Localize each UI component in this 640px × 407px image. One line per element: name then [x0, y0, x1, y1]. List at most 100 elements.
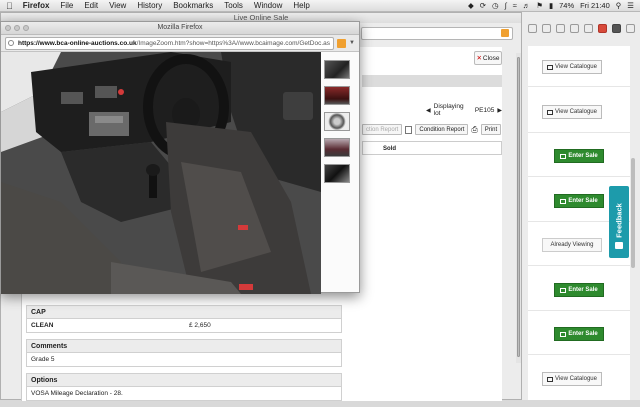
- header-bar: [362, 75, 502, 87]
- home-icon[interactable]: [570, 23, 579, 33]
- thumbnail-seats[interactable]: [324, 164, 350, 183]
- feedback-label: Feedback: [614, 203, 624, 238]
- sync-icon[interactable]: ⟳: [480, 1, 486, 10]
- enter-icon: [560, 198, 567, 204]
- section-heading-comments: Comments: [26, 339, 342, 353]
- thumbnail-rear[interactable]: [324, 138, 350, 157]
- enter-sale-button[interactable]: Enter Sale: [554, 283, 604, 297]
- extension-icon[interactable]: [612, 23, 621, 33]
- report-buttons: ction Report Condition Report ⎙ Print: [362, 124, 502, 135]
- mac-menubar:  Firefox File Edit View History Bookmar…: [0, 0, 640, 12]
- status-area: ◆ ⟳ ◷ ∫ ≈ ♬ ⚑ ▮ 74% Fri 21:40 ⚲ ☰: [468, 1, 634, 10]
- prev-lot-icon[interactable]: ◀: [426, 107, 431, 114]
- list-divider: [528, 176, 630, 177]
- close-label: Close: [482, 54, 500, 62]
- dropbox-icon[interactable]: ◆: [468, 1, 474, 10]
- next-lot-icon[interactable]: ▶: [497, 107, 502, 114]
- enter-sale-button[interactable]: Enter Sale: [554, 327, 604, 341]
- volume-icon[interactable]: ♬: [523, 1, 531, 10]
- list-divider: [528, 265, 630, 266]
- close-window-icon[interactable]: [5, 25, 11, 31]
- zoom-window-icon[interactable]: [23, 25, 29, 31]
- enter-icon: [560, 287, 567, 293]
- section-heading-cap: CAP: [26, 305, 342, 319]
- download-icon[interactable]: [556, 23, 565, 33]
- enter-sale-label: Enter Sale: [568, 198, 598, 204]
- cap-value: £ 2,650: [189, 322, 211, 329]
- menu-app-firefox[interactable]: Firefox: [23, 1, 50, 10]
- search-icon[interactable]: ⚲: [616, 1, 622, 10]
- chevron-down-icon[interactable]: ▼: [349, 40, 355, 46]
- view-catalogue-button[interactable]: View Catalogue: [542, 105, 602, 119]
- battery-percent[interactable]: 74%: [559, 1, 574, 10]
- menu-file[interactable]: File: [60, 1, 73, 10]
- inspection-report-label: ction Report: [366, 126, 399, 133]
- view-catalogue-button[interactable]: View Catalogue: [542, 372, 602, 386]
- notifications-icon[interactable]: ☰: [627, 1, 634, 10]
- print-button[interactable]: Print: [480, 124, 502, 135]
- minimize-window-icon[interactable]: [14, 25, 20, 31]
- battery-icon[interactable]: ▮: [549, 1, 553, 10]
- already-viewing-label: Already Viewing: [550, 242, 594, 248]
- menu-view[interactable]: View: [109, 1, 126, 10]
- document-icon: [405, 125, 413, 134]
- time-machine-icon[interactable]: ◷: [492, 1, 499, 10]
- menu-bookmarks[interactable]: Bookmarks: [173, 1, 213, 10]
- rss-icon[interactable]: [337, 38, 347, 48]
- thumbnail-interior[interactable]: [324, 60, 350, 79]
- thumbnail-dashboard[interactable]: [324, 86, 350, 105]
- main-scrollbar[interactable]: [516, 53, 521, 363]
- list-scrollbar[interactable]: [631, 158, 635, 268]
- list-divider: [528, 310, 630, 311]
- menu-window[interactable]: Window: [254, 1, 282, 10]
- clock[interactable]: Fri 21:40: [580, 1, 610, 10]
- car-interior-photo[interactable]: [1, 52, 321, 294]
- lot-details: CAP CLEAN £ 2,650 Comments Grade 5 Optio…: [26, 305, 342, 407]
- lot-label: Displaying lot: [433, 103, 464, 117]
- enter-sale-button[interactable]: Enter Sale: [554, 149, 604, 163]
- enter-sale-button[interactable]: Enter Sale: [554, 194, 604, 208]
- already-viewing-button[interactable]: Already Viewing: [542, 238, 602, 252]
- main-url-bar[interactable]: [361, 27, 513, 40]
- menu-icon[interactable]: [626, 23, 635, 33]
- right-toolbar: [522, 12, 640, 44]
- apple-icon[interactable]: : [6, 1, 13, 11]
- comments-row: Grade 5: [26, 353, 342, 367]
- rss-icon[interactable]: [501, 29, 509, 37]
- close-button[interactable]: ✕ Close: [474, 51, 502, 65]
- popup-url-field[interactable]: https://www.bca-online-auctions.co.uk/Im…: [5, 36, 335, 50]
- view-catalogue-button[interactable]: View Catalogue: [542, 60, 602, 74]
- inspection-report-button[interactable]: ction Report: [362, 124, 403, 135]
- flag-icon[interactable]: ⚑: [536, 1, 543, 10]
- cap-label: CLEAN: [31, 322, 54, 329]
- popup-toolbar: https://www.bca-online-auctions.co.uk/Im…: [1, 35, 359, 52]
- chat-icon: [615, 242, 623, 249]
- enter-icon: [560, 153, 567, 159]
- bookmarks-icon[interactable]: [542, 23, 551, 33]
- condition-report-button[interactable]: Condition Report: [415, 124, 469, 135]
- thumbnail-strip: [321, 52, 359, 292]
- popup-titlebar[interactable]: Mozilla Firefox: [1, 22, 359, 35]
- globe-icon: [8, 39, 14, 46]
- menu-history[interactable]: History: [137, 1, 162, 10]
- menu-tools[interactable]: Tools: [224, 1, 243, 10]
- star-icon[interactable]: [528, 23, 537, 33]
- menu-edit[interactable]: Edit: [84, 1, 98, 10]
- section-heading-options: Options: [26, 373, 342, 387]
- pocket-icon[interactable]: [584, 23, 593, 33]
- popup-title: Mozilla Firefox: [157, 24, 203, 31]
- list-divider: [528, 86, 630, 87]
- car-interior-image: [1, 52, 321, 294]
- main-scroll-thumb[interactable]: [517, 57, 520, 357]
- status-badge: Sold: [362, 141, 502, 155]
- thumbnail-wheel[interactable]: [324, 112, 350, 131]
- menu-help[interactable]: Help: [293, 1, 309, 10]
- condition-report-label: Condition Report: [419, 126, 465, 133]
- feedback-tab[interactable]: Feedback: [609, 186, 629, 258]
- image-zoom-popup: Mozilla Firefox https://www.bca-online-a…: [0, 21, 360, 294]
- options-text: VOSA Mileage Declaration - 28.: [31, 390, 123, 397]
- bluetooth-icon[interactable]: ∫: [505, 1, 507, 10]
- wifi-icon[interactable]: ≈: [513, 1, 517, 10]
- addon-icon[interactable]: [598, 23, 607, 33]
- list-divider: [528, 132, 630, 133]
